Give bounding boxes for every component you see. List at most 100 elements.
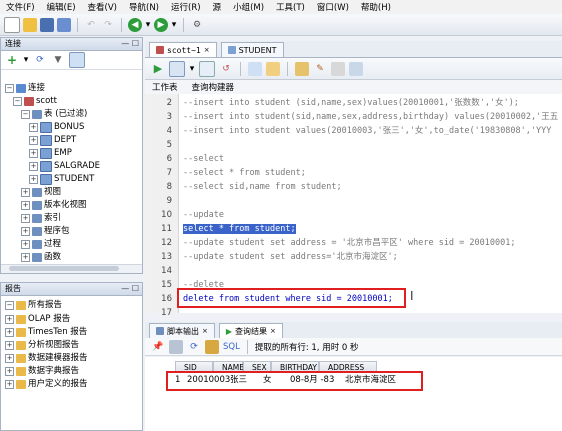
refresh-icon[interactable]: ⟳ <box>33 53 47 67</box>
save-all-icon[interactable] <box>57 17 71 32</box>
expand-icon[interactable]: + <box>5 341 14 350</box>
code-line[interactable]: --insert into student (sid,name,sex)valu… <box>183 96 519 110</box>
menu-source[interactable]: 源 <box>207 1 228 13</box>
tree-item-table[interactable]: + DEPT <box>29 134 76 147</box>
code-line[interactable]: --update <box>183 208 224 222</box>
filter-icon[interactable]: ▼ <box>51 53 65 67</box>
tree-item-all-reports[interactable]: − 所有报告 <box>5 299 62 312</box>
menu-window[interactable]: 窗口(W) <box>311 1 355 13</box>
refresh-icon[interactable]: ⟳ <box>187 340 201 354</box>
tab-worksheet[interactable]: 工作表 <box>145 81 185 93</box>
chevron-down-icon[interactable]: ▾ <box>171 18 177 32</box>
tree-item-scott[interactable]: − scott <box>13 95 57 108</box>
redo-icon[interactable]: ↷ <box>101 18 115 32</box>
tree-root-connections[interactable]: − 连接 <box>5 82 45 95</box>
expand-icon[interactable]: + <box>29 162 38 171</box>
expand-icon[interactable]: + <box>29 175 38 184</box>
schema-browser-icon[interactable] <box>69 52 85 68</box>
code-line[interactable]: --update student set address = '北京市昌平区' … <box>183 236 515 250</box>
tree-item-report[interactable]: + 分析视图报告 <box>5 339 79 352</box>
plugin-icon[interactable]: ⚙ <box>190 18 204 32</box>
tab-script-output[interactable]: 脚本输出 × <box>149 323 215 338</box>
close-icon[interactable]: × <box>204 46 210 54</box>
run-statement-icon[interactable]: ▶ <box>151 62 165 76</box>
code-line[interactable]: select * from student; <box>183 222 296 236</box>
export-icon[interactable] <box>205 339 219 354</box>
chevron-down-icon[interactable]: ▾ <box>23 53 29 67</box>
collapse-icon[interactable]: − <box>5 301 14 310</box>
code-line[interactable]: --insert into student values(20010003,'张… <box>183 124 551 138</box>
code-line[interactable]: --insert into student(sid,name,sex,addre… <box>183 110 558 124</box>
code-line[interactable]: --update student set address='北京市海淀区'; <box>183 250 398 264</box>
expand-icon[interactable]: + <box>29 136 38 145</box>
expand-icon[interactable]: + <box>21 240 30 249</box>
menu-team[interactable]: 小组(M) <box>227 1 270 13</box>
tree-item-procedures[interactable]: + 过程 <box>21 238 61 251</box>
pin-icon[interactable]: 📌 <box>151 340 165 354</box>
tab-query-builder[interactable]: 查询构建器 <box>185 81 242 93</box>
new-file-icon[interactable] <box>4 16 20 33</box>
expand-icon[interactable]: + <box>29 149 38 158</box>
sql-link[interactable]: SQL <box>223 342 240 352</box>
scrollbar-thumb[interactable] <box>9 266 119 271</box>
collapse-icon[interactable]: − <box>5 84 14 93</box>
tab-scott-worksheet[interactable]: scott~1 × <box>149 42 217 57</box>
tree-item-table[interactable]: + EMP <box>29 147 72 160</box>
close-icon[interactable]: × <box>202 327 208 335</box>
menu-edit[interactable]: 编辑(E) <box>41 1 82 13</box>
expand-icon[interactable]: + <box>21 227 30 236</box>
commit-icon[interactable] <box>199 60 215 77</box>
collapse-icon[interactable]: − <box>21 110 30 119</box>
close-icon[interactable]: × <box>270 327 276 335</box>
tree-item-report[interactable]: + 数据建模器报告 <box>5 352 88 365</box>
expand-icon[interactable]: + <box>29 123 38 132</box>
menu-navigate[interactable]: 导航(N) <box>123 1 165 13</box>
expand-icon[interactable]: + <box>5 354 14 363</box>
expand-icon[interactable]: + <box>5 367 14 376</box>
open-folder-icon[interactable] <box>23 17 37 32</box>
history-icon[interactable] <box>349 61 363 76</box>
tree-item-editioned-views[interactable]: + 版本化视图 <box>21 199 87 212</box>
format-icon[interactable] <box>295 61 309 76</box>
menu-view[interactable]: 查看(V) <box>82 1 123 13</box>
code-line[interactable]: --select <box>183 152 224 166</box>
code-line[interactable]: --select sid,name from student; <box>183 180 342 194</box>
sql-editor[interactable]: --insert into student (sid,name,sex)valu… <box>179 94 562 313</box>
add-connection-icon[interactable]: + <box>5 53 19 67</box>
back-icon[interactable]: ◀ <box>128 17 142 32</box>
panel-controls-icon[interactable]: — ☐ <box>121 283 139 295</box>
tree-item-tables[interactable]: − 表 (已过滤) <box>21 108 87 121</box>
tree-item-indexes[interactable]: + 索引 <box>21 212 61 225</box>
horizontal-scrollbar[interactable] <box>1 264 142 273</box>
menu-help[interactable]: 帮助(H) <box>355 1 397 13</box>
tree-item-packages[interactable]: + 程序包 <box>21 225 70 238</box>
expand-icon[interactable]: + <box>21 201 30 210</box>
tab-student[interactable]: STUDENT <box>220 42 284 57</box>
tree-item-report[interactable]: + 用户定义的报告 <box>5 378 88 391</box>
expand-icon[interactable]: + <box>21 214 30 223</box>
print-icon[interactable] <box>169 339 183 354</box>
tree-item-report[interactable]: + OLAP 报告 <box>5 313 70 326</box>
pencil-icon[interactable]: ✎ <box>313 62 327 76</box>
expand-icon[interactable]: + <box>21 188 30 197</box>
rollback-icon[interactable]: ↺ <box>219 62 233 76</box>
run-script-icon[interactable] <box>169 60 185 77</box>
collapse-icon[interactable]: − <box>13 97 22 106</box>
code-line[interactable]: --select * from student; <box>183 166 306 180</box>
clear-icon[interactable] <box>331 61 345 76</box>
tree-item-views[interactable]: + 视图 <box>21 186 61 199</box>
save-icon[interactable] <box>40 17 54 32</box>
autotrace-icon[interactable] <box>266 61 280 76</box>
tree-item-table[interactable]: + SALGRADE <box>29 160 100 173</box>
tree-item-report[interactable]: + 数据字典报告 <box>5 365 79 378</box>
tree-item-report[interactable]: + TimesTen 报告 <box>5 326 87 339</box>
expand-icon[interactable]: + <box>21 253 30 262</box>
tree-item-functions[interactable]: + 函数 <box>21 251 61 264</box>
panel-controls-icon[interactable]: — ☐ <box>121 38 139 50</box>
menu-run[interactable]: 运行(R) <box>165 1 207 13</box>
expand-icon[interactable]: + <box>5 315 14 324</box>
tree-item-table[interactable]: + STUDENT <box>29 173 94 186</box>
tab-query-result[interactable]: ▶ 查询结果 × <box>218 323 283 338</box>
expand-icon[interactable]: + <box>5 328 14 337</box>
forward-icon[interactable]: ▶ <box>154 17 168 32</box>
